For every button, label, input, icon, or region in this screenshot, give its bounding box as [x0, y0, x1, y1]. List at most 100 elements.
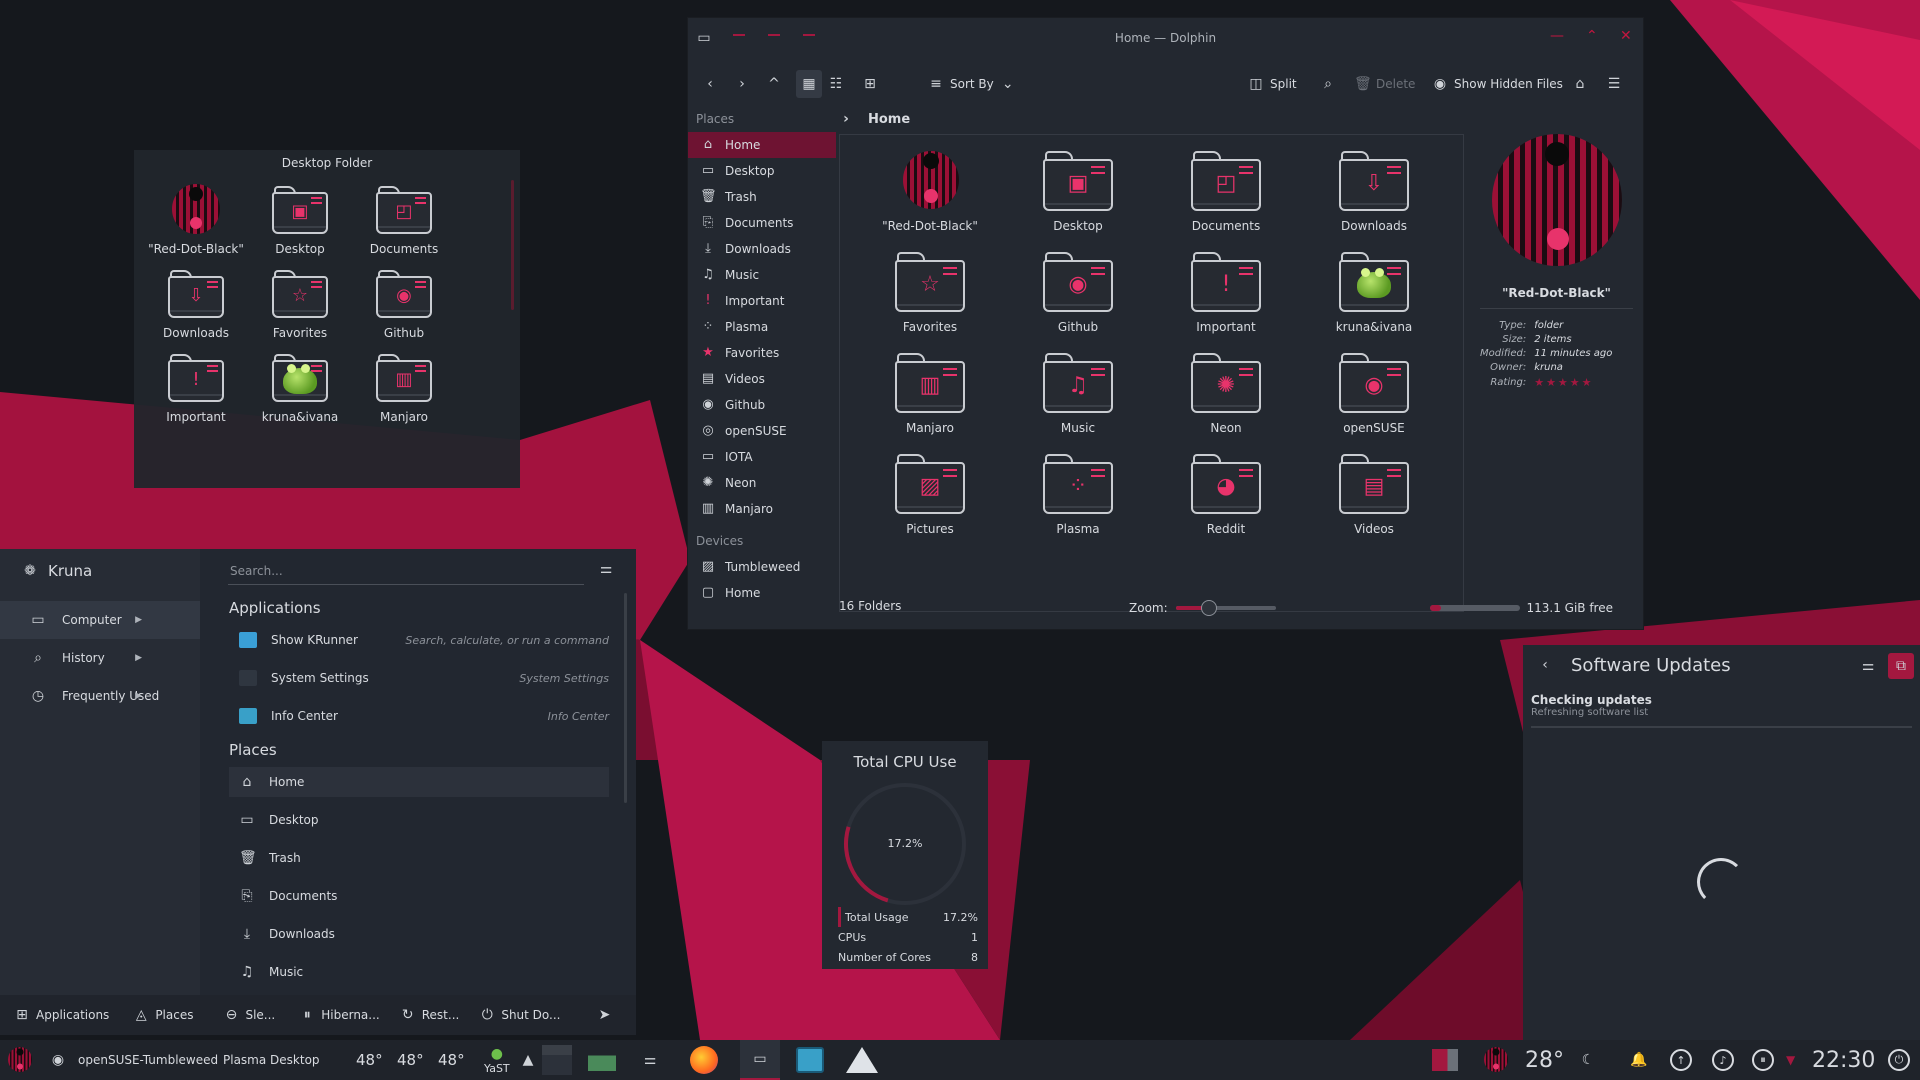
- search-button[interactable]: ⌕: [1320, 70, 1336, 98]
- folder-item[interactable]: ▥ Manjaro: [352, 352, 456, 424]
- firefox-icon[interactable]: [690, 1040, 718, 1080]
- details-view-button[interactable]: ⊞: [862, 70, 878, 98]
- applications-tab[interactable]: ⊞ Applications: [14, 1007, 109, 1023]
- places-item-music[interactable]: ♫ Music: [688, 262, 836, 288]
- home-button[interactable]: ⌂: [1572, 70, 1588, 98]
- night-mode-icon[interactable]: ☾: [1580, 1040, 1596, 1080]
- places-item-desktop[interactable]: ▭ Desktop: [688, 158, 836, 184]
- folder-item[interactable]: ◉ Github: [352, 268, 456, 340]
- media-tray-icon[interactable]: ⏸: [1752, 1040, 1774, 1080]
- zoom-slider-handle[interactable]: [1200, 600, 1217, 616]
- scrollbar[interactable]: [624, 593, 627, 803]
- tray-expand-button[interactable]: ▲: [520, 1040, 536, 1080]
- audio-tray-icon[interactable]: ♪: [1712, 1040, 1734, 1080]
- compact-view-button[interactable]: ☷: [828, 70, 844, 98]
- folder-item[interactable]: ♫ Music: [1004, 351, 1152, 435]
- place-item[interactable]: ▭ Desktop: [229, 805, 609, 835]
- user-header[interactable]: ❁ Kruna: [0, 549, 200, 593]
- places-item-neon[interactable]: ✺ Neon: [688, 470, 836, 496]
- weather-icon[interactable]: [1482, 1040, 1510, 1080]
- maximize-button[interactable]: ⌃: [1586, 28, 1598, 44]
- launcher-button[interactable]: [6, 1040, 34, 1080]
- delete-button[interactable]: 🗑 Delete: [1354, 70, 1415, 98]
- folder-item[interactable]: ▨ Pictures: [856, 452, 1004, 536]
- more-button[interactable]: ➤: [597, 1007, 613, 1023]
- back-arrow-icon[interactable]: ‹: [1537, 657, 1553, 673]
- temp-2[interactable]: 48°: [397, 1040, 424, 1080]
- places-item-important[interactable]: ! Important: [688, 288, 836, 314]
- sleep-button[interactable]: ⊖ Sle...: [223, 1007, 276, 1023]
- places-tab[interactable]: ◬ Places: [133, 1007, 194, 1023]
- folder-item[interactable]: ▣ Desktop: [1004, 149, 1152, 233]
- breadcrumb-home[interactable]: Home: [868, 112, 910, 127]
- places-item-plasma[interactable]: ⁘ Plasma: [688, 314, 836, 340]
- tray-arrow[interactable]: ▼: [1786, 1040, 1795, 1080]
- app-item[interactable]: Show KRunner Search, calculate, or run a …: [229, 625, 609, 655]
- inkscape-icon[interactable]: [846, 1040, 878, 1080]
- folder-item[interactable]: ! Important: [144, 352, 248, 424]
- notifications-icon[interactable]: 🔔: [1630, 1040, 1647, 1080]
- rating-stars[interactable]: ★★★★★: [1534, 376, 1593, 389]
- folder-item[interactable]: ! Important: [1152, 250, 1300, 334]
- folder-item[interactable]: "Red-Dot-Black": [144, 184, 248, 256]
- folder-item[interactable]: ◰ Documents: [352, 184, 456, 256]
- category-frequently-used[interactable]: ◷ Frequently Used ▶: [0, 677, 200, 715]
- distro-label-group[interactable]: ◉ openSUSE-Tumbleweed: [50, 1040, 218, 1080]
- temp-3[interactable]: 48°: [438, 1040, 465, 1080]
- places-item-manjaro[interactable]: ▥ Manjaro: [688, 496, 836, 522]
- folder-item[interactable]: ▥ Manjaro: [856, 351, 1004, 435]
- shutdown-button[interactable]: ⏻ Shut Do...: [479, 1007, 561, 1023]
- places-item-github[interactable]: ◉ Github: [688, 392, 836, 418]
- folder-item[interactable]: kruna&ivana: [1300, 250, 1448, 334]
- place-item[interactable]: ⤓ Downloads: [229, 919, 609, 949]
- places-item-tumbleweed[interactable]: ▨ Tumbleweed: [688, 554, 836, 580]
- restart-button[interactable]: ↻ Rest...: [400, 1007, 459, 1023]
- up-button[interactable]: ^: [766, 70, 782, 98]
- minimize-button[interactable]: —: [1550, 28, 1564, 44]
- back-button[interactable]: ‹: [702, 70, 718, 98]
- split-button[interactable]: ◫ Split: [1248, 70, 1296, 98]
- folder-item[interactable]: ⇩ Downloads: [1300, 149, 1448, 233]
- weather-temp[interactable]: 28°: [1525, 1040, 1564, 1080]
- folder-item[interactable]: kruna&ivana: [248, 352, 352, 424]
- file-view[interactable]: "Red-Dot-Black" ▣ Desktop ◰ Documents ⇩ Downlo…: [839, 134, 1464, 612]
- settings-button[interactable]: ⚌: [1855, 653, 1881, 679]
- show-hidden-files-button[interactable]: ◉ Show Hidden Files: [1432, 70, 1563, 98]
- updates-tray-icon[interactable]: ↑: [1670, 1040, 1692, 1080]
- icons-view-button[interactable]: ▦: [796, 70, 822, 98]
- search-input[interactable]: Search...: [228, 559, 584, 585]
- places-item-favorites[interactable]: ★ Favorites: [688, 340, 836, 366]
- forward-button[interactable]: ›: [734, 70, 750, 98]
- place-item[interactable]: ♫ Music: [229, 957, 609, 987]
- activity-switcher[interactable]: Plasma Desktop: [223, 1040, 320, 1080]
- folder-item[interactable]: ⁘ Plasma: [1004, 452, 1152, 536]
- folder-item[interactable]: ▤ Videos: [1300, 452, 1448, 536]
- places-item-home[interactable]: ▢ Home: [688, 580, 836, 606]
- pager[interactable]: [542, 1040, 572, 1080]
- places-item-trash[interactable]: 🗑 Trash: [688, 184, 836, 210]
- app-item[interactable]: Info Center Info Center: [229, 701, 609, 731]
- folder-item[interactable]: "Red-Dot-Black": [856, 149, 1004, 233]
- zoom-slider[interactable]: [1175, 600, 1276, 616]
- info-center-icon[interactable]: [796, 1040, 824, 1080]
- folder-item[interactable]: ✺ Neon: [1152, 351, 1300, 435]
- folder-item[interactable]: ◉ Github: [1004, 250, 1152, 334]
- places-item-downloads[interactable]: ⤓ Downloads: [688, 236, 836, 262]
- scrollbar[interactable]: [511, 180, 514, 310]
- places-item-iota[interactable]: ▭ IOTA: [688, 444, 836, 470]
- power-tray-icon[interactable]: ⏻: [1888, 1040, 1910, 1080]
- filter-icon[interactable]: ⚌: [598, 561, 614, 577]
- title-bar[interactable]: ▭ Home — Dolphin — ⌃ ✕: [688, 18, 1643, 58]
- place-item[interactable]: ⎘ Documents: [229, 881, 609, 911]
- places-item-opensuse[interactable]: ◎ openSUSE: [688, 418, 836, 444]
- yast-launcher[interactable]: ● YaST: [484, 1040, 510, 1080]
- settings-app-icon[interactable]: ⚌: [642, 1040, 658, 1080]
- places-item-home[interactable]: ⌂ Home: [688, 132, 836, 158]
- dolphin-task[interactable]: ▭: [740, 1040, 780, 1080]
- breadcrumb[interactable]: › Home: [838, 108, 910, 130]
- place-item[interactable]: ⌂ Home: [229, 767, 609, 797]
- folder-item[interactable]: ◉ openSUSE: [1300, 351, 1448, 435]
- close-button[interactable]: ✕: [1620, 28, 1632, 44]
- places-item-documents[interactable]: ⎘ Documents: [688, 210, 836, 236]
- place-item[interactable]: 🗑 Trash: [229, 843, 609, 873]
